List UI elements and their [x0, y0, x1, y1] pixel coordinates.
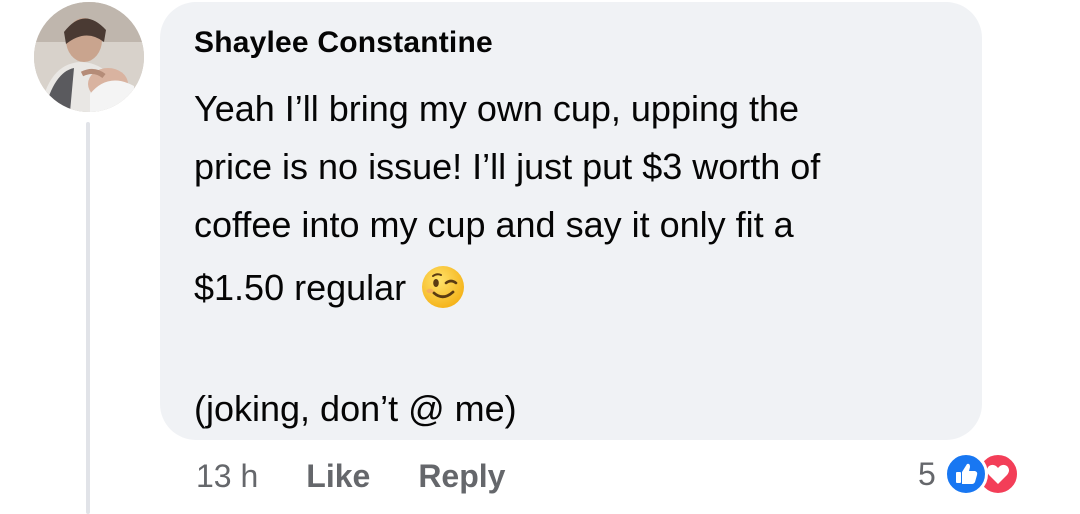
avatar-photo	[34, 2, 144, 112]
comment-line: Yeah I’ll bring my own cup, upping the	[194, 88, 800, 129]
winking-face-icon	[422, 266, 465, 309]
avatar[interactable]	[34, 2, 144, 112]
thread-line	[86, 122, 90, 514]
comment-timestamp[interactable]: 13 h	[196, 458, 258, 495]
comment-postscript: (joking, don’t @ me)	[194, 388, 517, 429]
comment-author[interactable]: Shaylee Constantine	[194, 26, 493, 60]
thumbs-up-icon	[943, 452, 988, 496]
comment-bubble: Shaylee Constantine Yeah I’ll bring my o…	[160, 2, 982, 440]
comment-line-with-emoji: $1.50 regular	[194, 254, 964, 322]
comment-actions: 13 h Like Reply	[196, 456, 505, 496]
comment-line: $1.50 regular	[194, 267, 407, 308]
reply-button[interactable]: Reply	[418, 458, 505, 495]
comment-line: price is no issue! I’ll just put $3 wort…	[194, 146, 821, 187]
reaction-summary[interactable]: 5	[918, 452, 1020, 496]
like-button[interactable]: Like	[306, 458, 370, 495]
reaction-count: 5	[918, 455, 936, 492]
comment-line: coffee into my cup and say it only fit a	[194, 204, 794, 245]
comment-body: Yeah I’ll bring my own cup, upping the p…	[194, 80, 964, 438]
